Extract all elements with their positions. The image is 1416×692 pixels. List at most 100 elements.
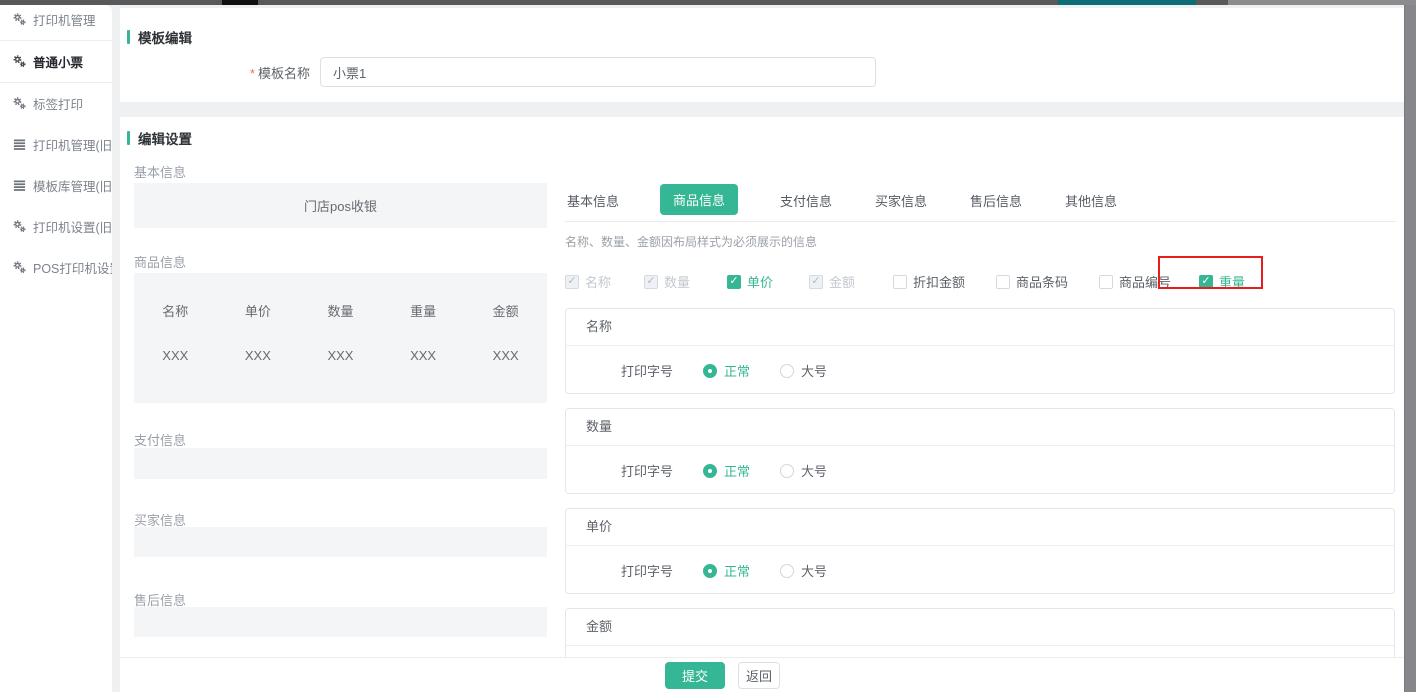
sidebar-item-printer-settings-old[interactable]: 打印机设置(旧) bbox=[0, 206, 112, 247]
checkbox-box bbox=[809, 275, 823, 289]
gears-icon bbox=[13, 261, 26, 274]
submit-button[interactable]: 提交 bbox=[665, 662, 725, 689]
table-cell: XXX bbox=[134, 348, 217, 363]
table-header-cell: 数量 bbox=[299, 301, 382, 320]
preview-payment-label: 支付信息 bbox=[134, 430, 186, 449]
tab-product-info[interactable]: 商品信息 bbox=[660, 184, 738, 215]
section-title: 模板编辑 bbox=[138, 27, 192, 47]
sidebar-item-printer-management[interactable]: 打印机管理 bbox=[0, 5, 112, 40]
sidebar-item-label: 打印机设置(旧) bbox=[33, 217, 112, 236]
tab-basic-info[interactable]: 基本信息 bbox=[567, 191, 619, 210]
radio-icon bbox=[780, 364, 794, 378]
sidebar-item-label: 打印机管理 bbox=[33, 10, 96, 29]
checkbox-product-barcode[interactable]: 商品条码 bbox=[996, 272, 1068, 291]
radio-normal[interactable]: 正常 bbox=[703, 361, 750, 380]
table-header-cell: 单价 bbox=[217, 301, 300, 320]
field-card-amount: 金额 打印字号 正常 大号 bbox=[565, 608, 1395, 657]
field-card-title: 数量 bbox=[566, 409, 1394, 446]
template-name-label: *模板名称 bbox=[120, 63, 310, 82]
table-cell: XXX bbox=[464, 348, 547, 363]
sidebar-item-pos-printer-settings[interactable]: POS打印机设置 bbox=[0, 247, 112, 288]
preview-aftersale-box bbox=[134, 607, 547, 637]
checkbox-quantity[interactable]: 数量 bbox=[644, 272, 690, 291]
field-card-body: 打印字号 正常 大号 bbox=[566, 346, 1394, 395]
tab-buyer-info[interactable]: 买家信息 bbox=[875, 191, 927, 210]
sidebar-item-label: 标签打印 bbox=[33, 94, 83, 113]
field-card-quantity: 数量 打印字号 正常 大号 bbox=[565, 408, 1395, 494]
sidebar-item-template-library-old[interactable]: 模板库管理(旧) bbox=[0, 165, 112, 206]
field-card-title: 金额 bbox=[566, 609, 1394, 646]
main-content: 模板编辑 *模板名称 编辑设置 基本信息 门店pos收银 商品信息 bbox=[120, 5, 1405, 692]
sidebar-item-label: 普通小票 bbox=[33, 52, 83, 71]
sidebar-item-label-print[interactable]: 标签打印 bbox=[0, 83, 112, 124]
section-header-edit-settings: 编辑设置 bbox=[127, 128, 192, 148]
field-card-body: 打印字号 正常 大号 bbox=[566, 446, 1394, 495]
sidebar-item-normal-receipt[interactable]: 普通小票 bbox=[0, 40, 112, 83]
tab-payment-info[interactable]: 支付信息 bbox=[780, 191, 832, 210]
checkbox-unit-price[interactable]: 单价 bbox=[727, 272, 773, 291]
field-card-unit-price: 单价 打印字号 正常 大号 bbox=[565, 508, 1395, 594]
field-card-name: 名称 打印字号 正常 大号 bbox=[565, 308, 1395, 394]
weight-highlight-annotation bbox=[1158, 256, 1263, 289]
tab-other-info[interactable]: 其他信息 bbox=[1065, 191, 1117, 210]
radio-large[interactable]: 大号 bbox=[780, 461, 827, 480]
preview-receipt-title: 门店pos收银 bbox=[304, 196, 377, 215]
table-header-cell: 名称 bbox=[134, 301, 217, 320]
preview-buyer-box bbox=[134, 527, 547, 557]
sidebar-menu: 打印机管理 普通小票 标签打印 打印机管理(旧) 模板库管理(旧) 打印机设置(… bbox=[0, 5, 112, 288]
checkbox-box bbox=[996, 275, 1010, 289]
print-size-label: 打印字号 bbox=[621, 361, 673, 380]
field-card-body: 打印字号 正常 大号 bbox=[566, 646, 1394, 657]
radio-icon bbox=[780, 564, 794, 578]
preview-table-data-row: XXX XXX XXX XXX XXX bbox=[134, 348, 547, 363]
gears-icon bbox=[13, 220, 26, 233]
edit-settings-panel: 编辑设置 基本信息 门店pos收银 商品信息 名称 单价 数量 重量 金额 bbox=[120, 117, 1405, 657]
checkbox-name[interactable]: 名称 bbox=[565, 272, 611, 291]
table-cell: XXX bbox=[382, 348, 465, 363]
section-header-template-edit: 模板编辑 bbox=[127, 27, 192, 47]
radio-icon bbox=[780, 464, 794, 478]
preview-product-label: 商品信息 bbox=[134, 252, 186, 271]
table-header-cell: 重量 bbox=[382, 301, 465, 320]
preview-basic-label: 基本信息 bbox=[134, 162, 186, 181]
back-button[interactable]: 返回 bbox=[738, 662, 780, 689]
checkbox-box bbox=[1099, 275, 1113, 289]
sidebar-item-label: 打印机管理(旧) bbox=[33, 135, 112, 154]
footer-bar: 提交 返回 bbox=[120, 657, 1405, 692]
checkbox-box bbox=[727, 275, 741, 289]
preview-product-table: 名称 单价 数量 重量 金额 XXX XXX XXX XXX XXX bbox=[134, 273, 547, 403]
template-name-row: *模板名称 bbox=[120, 57, 876, 87]
radio-normal[interactable]: 正常 bbox=[703, 461, 750, 480]
table-cell: XXX bbox=[217, 348, 300, 363]
checkbox-box bbox=[565, 275, 579, 289]
sidebar-item-printer-management-old[interactable]: 打印机管理(旧) bbox=[0, 124, 112, 165]
section-accent-bar bbox=[127, 131, 130, 145]
radio-large[interactable]: 大号 bbox=[780, 361, 827, 380]
vertical-scrollbar[interactable] bbox=[1404, 5, 1416, 692]
radio-icon bbox=[703, 364, 717, 378]
checkbox-box bbox=[644, 275, 658, 289]
gears-icon bbox=[13, 55, 26, 68]
required-mark: * bbox=[250, 66, 255, 81]
tab-aftersale-info[interactable]: 售后信息 bbox=[970, 191, 1022, 210]
field-checkbox-row: 名称 数量 单价 金额 折扣金额 商品条码 商品编号 重量 bbox=[565, 272, 1397, 288]
sidebar-item-label: 模板库管理(旧) bbox=[33, 176, 112, 195]
field-card-body: 打印字号 正常 大号 bbox=[566, 546, 1394, 595]
checkbox-amount[interactable]: 金额 bbox=[809, 272, 855, 291]
radio-normal[interactable]: 正常 bbox=[703, 561, 750, 580]
radio-icon bbox=[703, 564, 717, 578]
preview-basic-box: 门店pos收银 bbox=[134, 183, 547, 228]
preview-table-header-row: 名称 单价 数量 重量 金额 bbox=[134, 301, 547, 320]
print-size-label: 打印字号 bbox=[621, 461, 673, 480]
checkbox-discount-amount[interactable]: 折扣金额 bbox=[893, 272, 965, 291]
section-accent-bar bbox=[127, 30, 130, 44]
gears-icon bbox=[13, 13, 26, 26]
table-cell: XXX bbox=[299, 348, 382, 363]
required-fields-note: 名称、数量、金额因布局样式为必须展示的信息 bbox=[565, 233, 817, 250]
radio-large[interactable]: 大号 bbox=[780, 561, 827, 580]
radio-icon bbox=[703, 464, 717, 478]
list-icon bbox=[13, 138, 26, 151]
printer-template-edit-page: 打印机管理 普通小票 标签打印 打印机管理(旧) 模板库管理(旧) 打印机设置(… bbox=[0, 0, 1416, 692]
template-name-input[interactable] bbox=[320, 57, 876, 87]
sidebar: 打印机管理 普通小票 标签打印 打印机管理(旧) 模板库管理(旧) 打印机设置(… bbox=[0, 5, 112, 692]
